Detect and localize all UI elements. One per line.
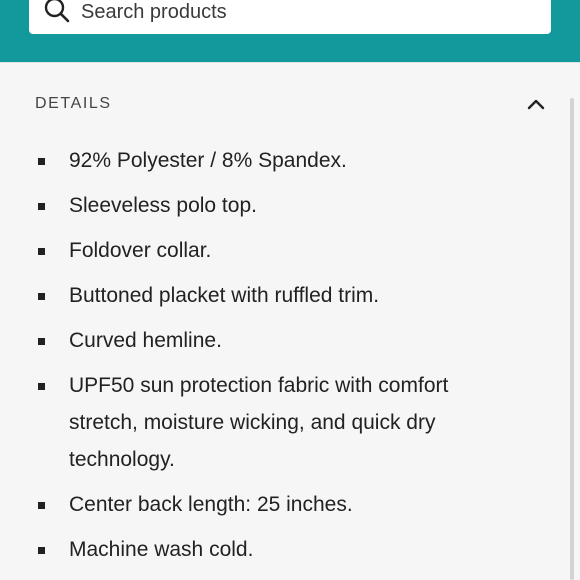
chevron-up-icon[interactable] (526, 94, 546, 114)
search-icon[interactable] (43, 0, 71, 24)
search-bar[interactable] (29, 0, 551, 34)
scrollbar[interactable] (570, 98, 574, 580)
search-input[interactable] (81, 0, 539, 26)
details-title: DETAILS (35, 95, 112, 112)
bullet-icon (38, 383, 45, 390)
list-item: 92% Polyester / 8% Spandex. (0, 142, 560, 179)
list-item: Machine wash cold. (0, 531, 560, 568)
bullet-icon (38, 248, 45, 255)
list-item: UPF50 sun protection fabric with comfort… (0, 367, 560, 478)
bullet-icon (38, 293, 45, 300)
bullet-icon (38, 502, 45, 509)
bullet-icon (38, 547, 45, 554)
divider (0, 62, 580, 63)
list-item: Center back length: 25 inches. (0, 486, 560, 523)
list-item-text: Curved hemline. (69, 329, 222, 352)
list-item: Buttoned placket with ruffled trim. (0, 277, 560, 314)
list-item-text: Sleeveless polo top. (69, 194, 257, 217)
list-item: Sleeveless polo top. (0, 187, 560, 224)
list-item: Foldover collar. (0, 232, 560, 269)
bullet-icon (38, 338, 45, 345)
list-item-text: Center back length: 25 inches. (69, 493, 353, 516)
list-item-text: Buttoned placket with ruffled trim. (69, 284, 380, 307)
details-list: 92% Polyester / 8% Spandex. Sleeveless p… (0, 142, 560, 576)
bullet-icon (38, 203, 45, 210)
list-item: Curved hemline. (0, 322, 560, 359)
details-accordion-header[interactable]: DETAILS (0, 84, 580, 124)
list-item-text: UPF50 sun protection fabric with comfort… (69, 374, 449, 471)
product-details-page: DETAILS 92% Polyester / 8% Spandex. Slee… (0, 0, 580, 580)
list-item-text: 92% Polyester / 8% Spandex. (69, 149, 347, 172)
list-item-text: Machine wash cold. (69, 538, 254, 561)
bullet-icon (38, 158, 45, 165)
list-item-text: Foldover collar. (69, 239, 212, 262)
header-bar (0, 0, 580, 62)
